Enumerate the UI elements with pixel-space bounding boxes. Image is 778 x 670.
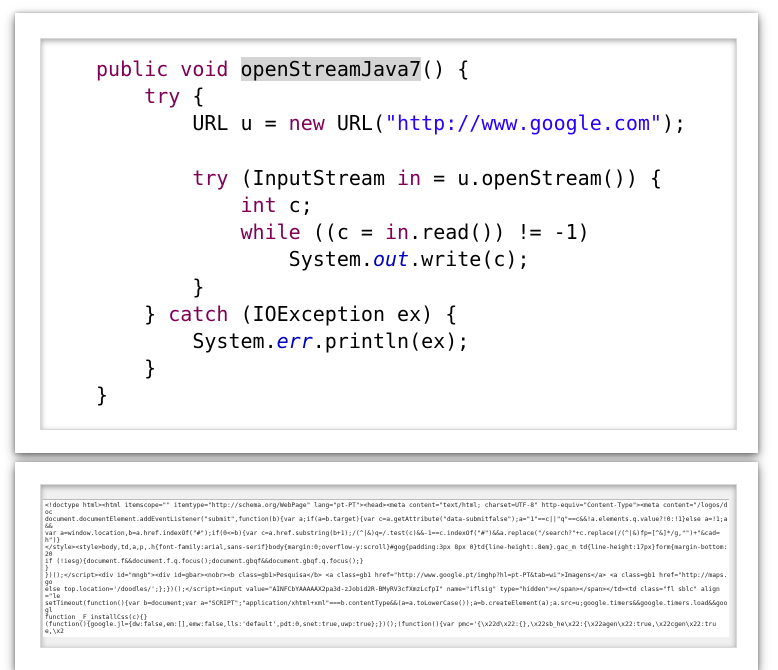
code-line: } bbox=[96, 382, 686, 409]
code-token: () { bbox=[421, 57, 470, 81]
output-line: <!doctype html><html itemscope="" itemty… bbox=[45, 502, 728, 516]
code-string: "http://www.google.com" bbox=[385, 111, 662, 136]
code-keyword: int bbox=[240, 192, 277, 217]
output-screenshot-card: <!doctype html><html itemscope="" itemty… bbox=[15, 462, 758, 670]
code-token: System. bbox=[96, 328, 277, 353]
code-keyword: in bbox=[385, 220, 410, 245]
code-keyword: public void bbox=[96, 57, 241, 81]
code-line: URL u = new URL("http://www.google.com")… bbox=[96, 110, 686, 137]
code-token: .write(c); bbox=[409, 247, 530, 272]
output-line: function _F_installCss(c){} bbox=[45, 614, 148, 621]
code-keyword: new bbox=[288, 111, 325, 136]
code-token: .println(ex); bbox=[312, 328, 470, 353]
output-line: (function(){google.jl={dw:false,em:[],em… bbox=[45, 621, 717, 635]
code-line: try (InputStream in = u.openStream()) { bbox=[96, 165, 686, 192]
output-line: </style><style>body,td,a,p,.h{font-famil… bbox=[45, 544, 728, 558]
code-token: = u.openStream()) { bbox=[421, 165, 662, 190]
code-token: } bbox=[96, 274, 205, 299]
code-token: System. bbox=[96, 247, 373, 272]
output-line: document.documentElement.addEventListene… bbox=[45, 516, 728, 530]
code-editor-panel: public void openStreamJava7() { try { UR… bbox=[40, 38, 737, 430]
output-line: setTimeout(function(){var b=document;var… bbox=[45, 600, 728, 614]
code-token: { bbox=[180, 84, 205, 109]
code-keyword: catch bbox=[168, 301, 229, 326]
code-screenshot-card: public void openStreamJava7() { try { UR… bbox=[15, 13, 758, 453]
code-highlighted-method-name: openStreamJava7 bbox=[240, 57, 422, 81]
code-line: while ((c = in.read()) != -1) bbox=[96, 219, 686, 246]
code-token: URL u = bbox=[96, 111, 289, 136]
code-keyword: while bbox=[240, 220, 301, 245]
code-line: public void openStreamJava7() { bbox=[96, 56, 686, 83]
code-line: } bbox=[96, 274, 686, 301]
code-token: } bbox=[96, 356, 157, 381]
code-keyword: in bbox=[397, 165, 422, 190]
code-token: } bbox=[96, 383, 109, 408]
html-source-output: <!doctype html><html itemscope="" itemty… bbox=[43, 499, 729, 637]
code-line: int c; bbox=[96, 192, 686, 219]
output-panel: <!doctype html><html itemscope="" itemty… bbox=[40, 484, 737, 648]
code-line: System.out.write(c); bbox=[96, 246, 686, 273]
code-line: try { bbox=[96, 83, 686, 110]
code-keyword: try bbox=[144, 84, 181, 109]
code-line: } bbox=[96, 355, 686, 382]
code-token: } bbox=[96, 301, 169, 326]
output-line: if (!iesg){document.f&&document.f.q.focu… bbox=[45, 558, 364, 565]
output-line: } bbox=[45, 565, 49, 572]
code-line: } catch (IOException ex) { bbox=[96, 301, 686, 328]
code-token: c; bbox=[276, 192, 313, 217]
code-keyword: try bbox=[192, 165, 229, 190]
code-field: err bbox=[276, 328, 313, 353]
output-line: var a=window.location,b=a.href.indexOf("… bbox=[45, 530, 720, 544]
code-line: System.err.println(ex); bbox=[96, 328, 686, 355]
code-token: URL( bbox=[324, 111, 385, 136]
code-token: .read()) != -1) bbox=[409, 220, 590, 245]
code-token: (InputStream bbox=[228, 165, 398, 190]
code-token: (IOException ex) { bbox=[228, 301, 458, 326]
code-token: ); bbox=[661, 111, 687, 136]
output-line: else top.location='/doodles/';};})();</s… bbox=[45, 586, 720, 600]
output-line: })();</script><div id="mngb"><div id=gba… bbox=[45, 572, 728, 586]
code-field: out bbox=[372, 247, 410, 272]
code-token: ((c = bbox=[300, 220, 386, 245]
java-code-block: public void openStreamJava7() { try { UR… bbox=[96, 56, 686, 409]
